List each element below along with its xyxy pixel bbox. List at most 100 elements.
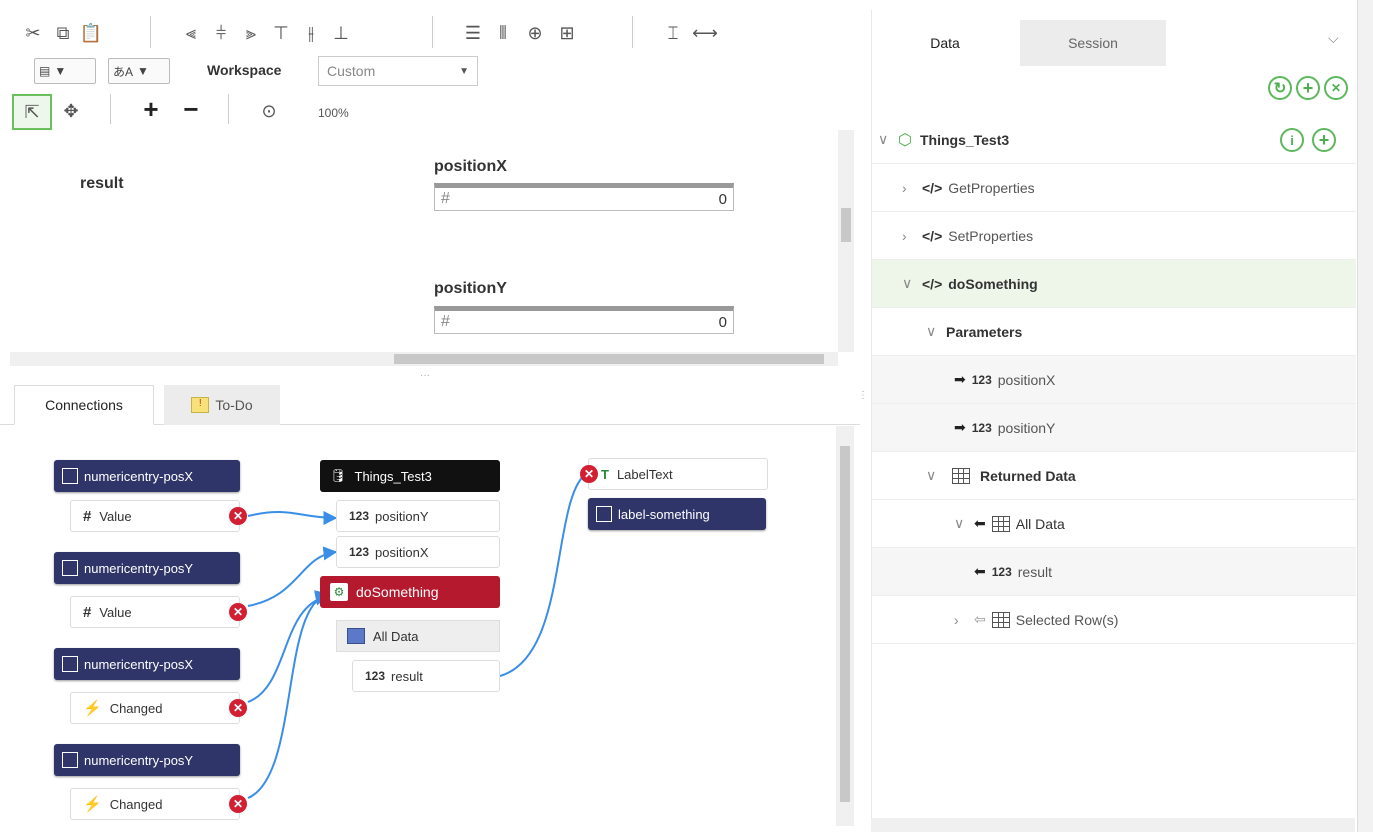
- tree-selected-rows-row[interactable]: › ⇦ Selected Row(s): [872, 596, 1356, 644]
- remove-binding-icon[interactable]: ✕: [229, 603, 247, 621]
- target-icon[interactable]: ⊙: [256, 98, 282, 124]
- align-center-icon[interactable]: ⫩: [208, 20, 234, 46]
- window-scrollbar[interactable]: [1357, 0, 1373, 832]
- service-label: GetProperties: [948, 179, 1035, 196]
- port-label: Value: [99, 604, 132, 620]
- connector-changed-to-service[interactable]: [247, 590, 330, 799]
- tab-connections[interactable]: Connections: [14, 385, 154, 425]
- tree-result-row[interactable]: ⬅ 123 result: [872, 548, 1356, 596]
- select-icon[interactable]: ⇱: [12, 94, 52, 130]
- param-label: positionY: [997, 419, 1056, 436]
- result-field-node[interactable]: 123 result: [352, 660, 500, 692]
- tree-all-data-row[interactable]: ∨ ⬅ All Data: [872, 500, 1356, 548]
- zoom-out-icon[interactable]: −: [178, 94, 204, 124]
- same-width-icon[interactable]: ⟷: [692, 20, 718, 46]
- tab-todo[interactable]: ! To-Do: [164, 385, 280, 425]
- thing-name: Things_Test3: [919, 131, 1010, 148]
- widget-event[interactable]: ⚡ Changed: [70, 692, 240, 724]
- translate-icon: あA: [113, 64, 134, 79]
- align-bottom-icon[interactable]: ⊥: [328, 20, 354, 46]
- tree-service-row-selected[interactable]: ∨ </> doSomething: [872, 260, 1356, 308]
- connector-result-to-labeltext[interactable]: [499, 471, 589, 677]
- tab-label: Data: [930, 35, 960, 51]
- param-label: positionY: [375, 508, 429, 524]
- add-service-icon[interactable]: +: [1312, 128, 1336, 152]
- service-param[interactable]: 123 positionX: [336, 536, 500, 568]
- widget-icon: [62, 468, 78, 484]
- positionX-numeric-entry[interactable]: # 0: [434, 183, 734, 211]
- workspace-select[interactable]: Custom ▼: [318, 56, 478, 86]
- scrollbar-thumb[interactable]: [840, 446, 850, 802]
- thing-node[interactable]: 🛢 Things_Test3: [320, 460, 500, 492]
- all-data-node[interactable]: All Data: [336, 620, 500, 652]
- tree-service-row[interactable]: › </> GetProperties: [872, 164, 1356, 212]
- chevron-down-icon[interactable]: ⌵: [1328, 30, 1339, 47]
- service-param[interactable]: 123 positionY: [336, 500, 500, 532]
- align-middle-icon[interactable]: ⫲: [298, 20, 324, 46]
- tree-param-row[interactable]: ➡ 123 positionY: [872, 404, 1356, 452]
- panel-splitter[interactable]: ⋮: [858, 391, 868, 401]
- remove-binding-icon[interactable]: ✕: [580, 465, 598, 483]
- tree-param-row[interactable]: ➡ 123 positionX: [872, 356, 1356, 404]
- chevron-right-icon: ›: [902, 179, 907, 196]
- widget-node[interactable]: numericentry-posY: [54, 552, 240, 584]
- add-icon[interactable]: +: [1296, 76, 1320, 100]
- tab-data[interactable]: Data: [872, 20, 1018, 66]
- widget-icon: [596, 506, 612, 522]
- refresh-icon[interactable]: ↻: [1268, 76, 1292, 100]
- tree-service-row[interactable]: › </> SetProperties: [872, 212, 1356, 260]
- paste-icon[interactable]: 📋: [78, 20, 104, 46]
- widget-event[interactable]: ⚡ Changed: [70, 788, 240, 820]
- connector-posX-to-positionY[interactable]: [247, 510, 338, 525]
- align-left-icon[interactable]: ⫷: [178, 20, 204, 46]
- target-widget-node[interactable]: label-something: [588, 498, 766, 530]
- center-icon[interactable]: ⊕: [522, 20, 548, 46]
- service-node[interactable]: ⚙ doSomething: [320, 576, 500, 608]
- align-top-icon[interactable]: ⊤: [268, 20, 294, 46]
- canvas-vertical-scrollbar[interactable]: [838, 130, 854, 352]
- connections-vertical-scrollbar[interactable]: [836, 426, 854, 826]
- tab-label: Connections: [45, 397, 123, 413]
- widget-port[interactable]: # Value: [70, 500, 240, 532]
- copy-icon[interactable]: ⧉: [50, 20, 76, 46]
- tab-session[interactable]: Session: [1020, 20, 1166, 66]
- all-data-label: All Data: [1015, 515, 1065, 532]
- canvas-horizontal-scrollbar[interactable]: [10, 352, 838, 366]
- info-icon[interactable]: i: [1280, 128, 1304, 152]
- remove-icon[interactable]: ✕: [1324, 76, 1348, 100]
- widget-node[interactable]: numericentry-posX: [54, 460, 240, 492]
- align-right-icon[interactable]: ⫸: [238, 20, 264, 46]
- positionY-numeric-entry[interactable]: # 0: [434, 306, 734, 334]
- pan-icon[interactable]: ✥: [58, 98, 84, 124]
- distribute-horizontal-icon[interactable]: ⦀: [490, 20, 516, 46]
- hash-icon: #: [441, 190, 450, 207]
- widget-port[interactable]: # Value: [70, 596, 240, 628]
- table-icon: [952, 467, 970, 484]
- mashup-canvas[interactable]: result positionX # 0 positionY # 0: [10, 130, 840, 352]
- connector-changed-to-service[interactable]: [247, 591, 330, 703]
- zoom-in-icon[interactable]: +: [138, 94, 164, 124]
- port-label: Value: [99, 508, 132, 524]
- scrollbar-thumb[interactable]: [394, 354, 824, 364]
- splitter-handle[interactable]: ···: [420, 370, 430, 381]
- same-height-icon[interactable]: ⌶: [660, 20, 686, 46]
- infotable-icon: [347, 628, 365, 644]
- scrollbar-thumb[interactable]: [841, 208, 851, 242]
- output-arrow-outline-icon: ⇦: [974, 611, 986, 627]
- language-dropdown[interactable]: あA ▼: [108, 58, 170, 84]
- tree-returned-data-row[interactable]: ∨ Returned Data: [872, 452, 1356, 500]
- widget-node[interactable]: numericentry-posX: [54, 648, 240, 680]
- layout-dropdown[interactable]: ▤ ▼: [34, 58, 96, 84]
- target-property[interactable]: T LabelText: [588, 458, 768, 490]
- remove-binding-icon[interactable]: ✕: [229, 795, 247, 813]
- tree-parameters-row[interactable]: ∨ Parameters: [872, 308, 1356, 356]
- fit-icon[interactable]: ⊞: [554, 20, 580, 46]
- layout-icon: ▤: [39, 64, 51, 78]
- cut-icon[interactable]: ✂: [20, 20, 46, 46]
- data-panel-horizontal-scrollbar[interactable]: [871, 818, 1355, 832]
- remove-binding-icon[interactable]: ✕: [229, 699, 247, 717]
- widget-node[interactable]: numericentry-posY: [54, 744, 240, 776]
- remove-binding-icon[interactable]: ✕: [229, 507, 247, 525]
- distribute-vertical-icon[interactable]: ☰: [460, 20, 486, 46]
- param-label: positionX: [997, 371, 1056, 388]
